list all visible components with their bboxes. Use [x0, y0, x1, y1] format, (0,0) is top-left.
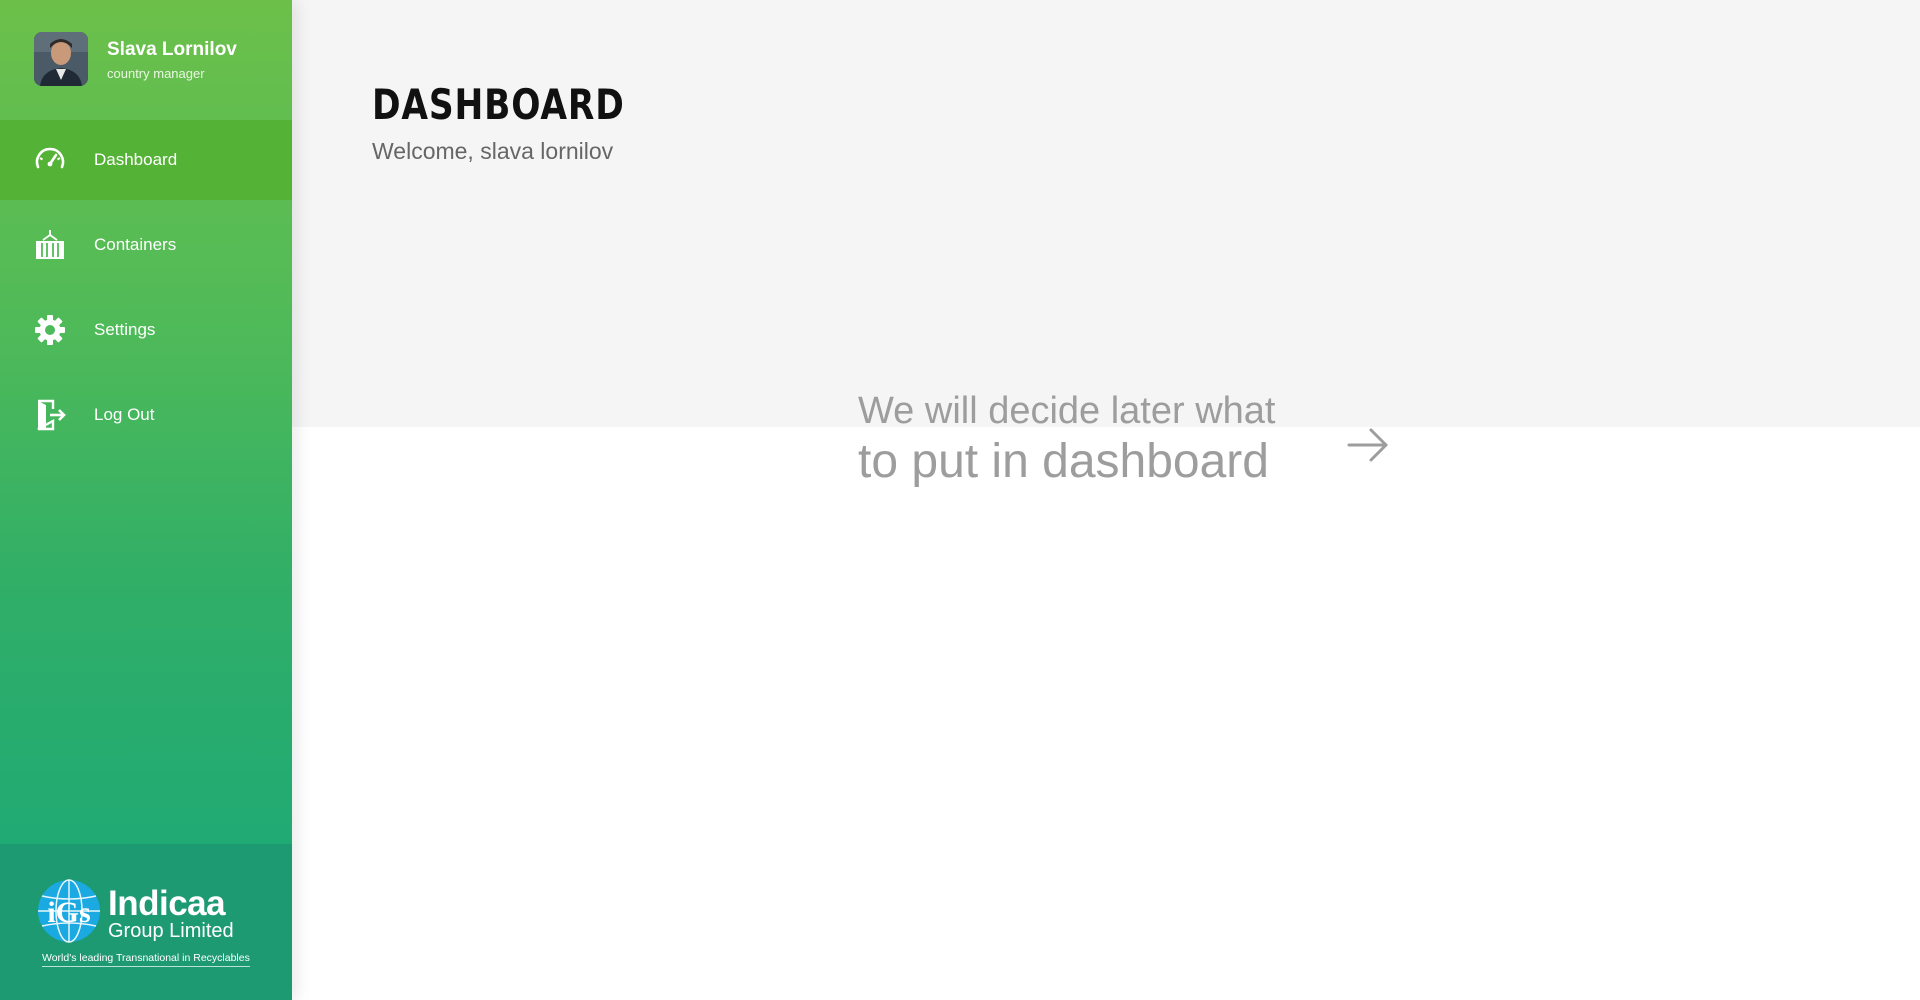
- placeholder-line-2: to put in dashboard: [858, 435, 1269, 488]
- brand-tagline: World's leading Transnational in Recycla…: [42, 952, 250, 967]
- container-icon: [36, 230, 64, 259]
- sidebar-item-containers[interactable]: Containers: [0, 205, 292, 285]
- globe-logo-icon: iGs: [38, 879, 100, 943]
- placeholder-line-1: We will decide later what: [858, 390, 1276, 432]
- svg-text:iGs: iGs: [47, 896, 90, 929]
- brand-name: Indicaa: [108, 884, 226, 923]
- gear-icon: [35, 315, 65, 345]
- brand-subtitle: Group Limited: [108, 920, 234, 942]
- header-band: [292, 0, 1920, 427]
- user-profile: Slava Lornilov country manager: [0, 0, 292, 120]
- sidebar-nav: Dashboard Containers Settings Log Out: [0, 120, 292, 460]
- sidebar-item-logout[interactable]: Log Out: [0, 375, 292, 455]
- arrow-right-icon[interactable]: [1346, 425, 1390, 465]
- user-name: Slava Lornilov: [107, 39, 237, 60]
- welcome-message: Welcome, slava lornilov: [372, 138, 614, 164]
- avatar-image: [34, 32, 88, 86]
- sidebar-item-label: Containers: [94, 235, 177, 254]
- sidebar-item-dashboard[interactable]: Dashboard: [0, 120, 292, 200]
- dashboard-placeholder: We will decide later what to put in dash…: [858, 388, 1275, 490]
- avatar[interactable]: [34, 32, 88, 86]
- logout-icon: [37, 399, 66, 431]
- user-role: country manager: [107, 66, 205, 81]
- brand-logo: iGs Indicaa Group Limited World's leadin…: [0, 844, 292, 1000]
- speedometer-icon: [35, 147, 65, 169]
- sidebar-item-settings[interactable]: Settings: [0, 290, 292, 370]
- sidebar-item-label: Dashboard: [94, 150, 178, 169]
- sidebar-item-label: Settings: [94, 320, 156, 339]
- sidebar: Slava Lornilov country manager Dashboard: [0, 0, 292, 1000]
- sidebar-item-label: Log Out: [94, 405, 155, 424]
- page-title: DASHBOARD: [372, 80, 625, 129]
